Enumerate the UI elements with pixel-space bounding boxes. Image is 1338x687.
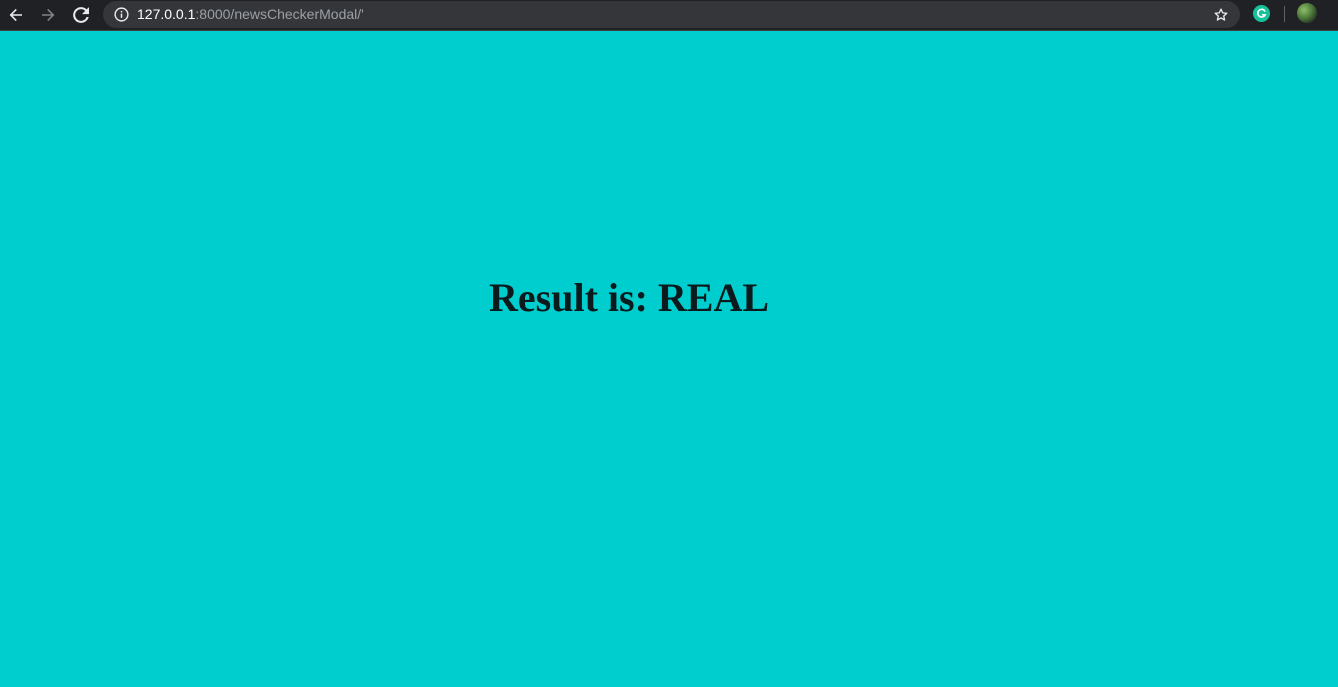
grammarly-icon[interactable] xyxy=(1253,5,1270,22)
arrow-left-icon xyxy=(9,8,22,22)
bookmark-star-button[interactable] xyxy=(1211,5,1231,24)
url-text[interactable]: 127.0.0.1:8000/newsCheckerModal/' xyxy=(137,6,364,23)
reload-button[interactable] xyxy=(69,4,93,26)
forward-button[interactable] xyxy=(36,4,60,26)
toolbar-divider xyxy=(1284,6,1285,22)
back-button[interactable] xyxy=(4,4,28,26)
page-content: Result is: REAL xyxy=(0,31,1338,687)
arrow-right-icon xyxy=(42,8,55,22)
address-bar[interactable]: 127.0.0.1:8000/newsCheckerModal/' xyxy=(103,1,1240,28)
info-icon[interactable] xyxy=(113,6,129,22)
avatar[interactable] xyxy=(1297,3,1317,23)
url-host: 127.0.0.1 xyxy=(137,6,196,22)
result-heading: Result is: REAL xyxy=(489,275,770,320)
url-path: :8000/newsCheckerModal/' xyxy=(195,6,364,22)
reload-icon xyxy=(73,7,89,23)
star-icon xyxy=(1214,7,1228,21)
browser-toolbar: 127.0.0.1:8000/newsCheckerModal/' xyxy=(0,0,1338,31)
